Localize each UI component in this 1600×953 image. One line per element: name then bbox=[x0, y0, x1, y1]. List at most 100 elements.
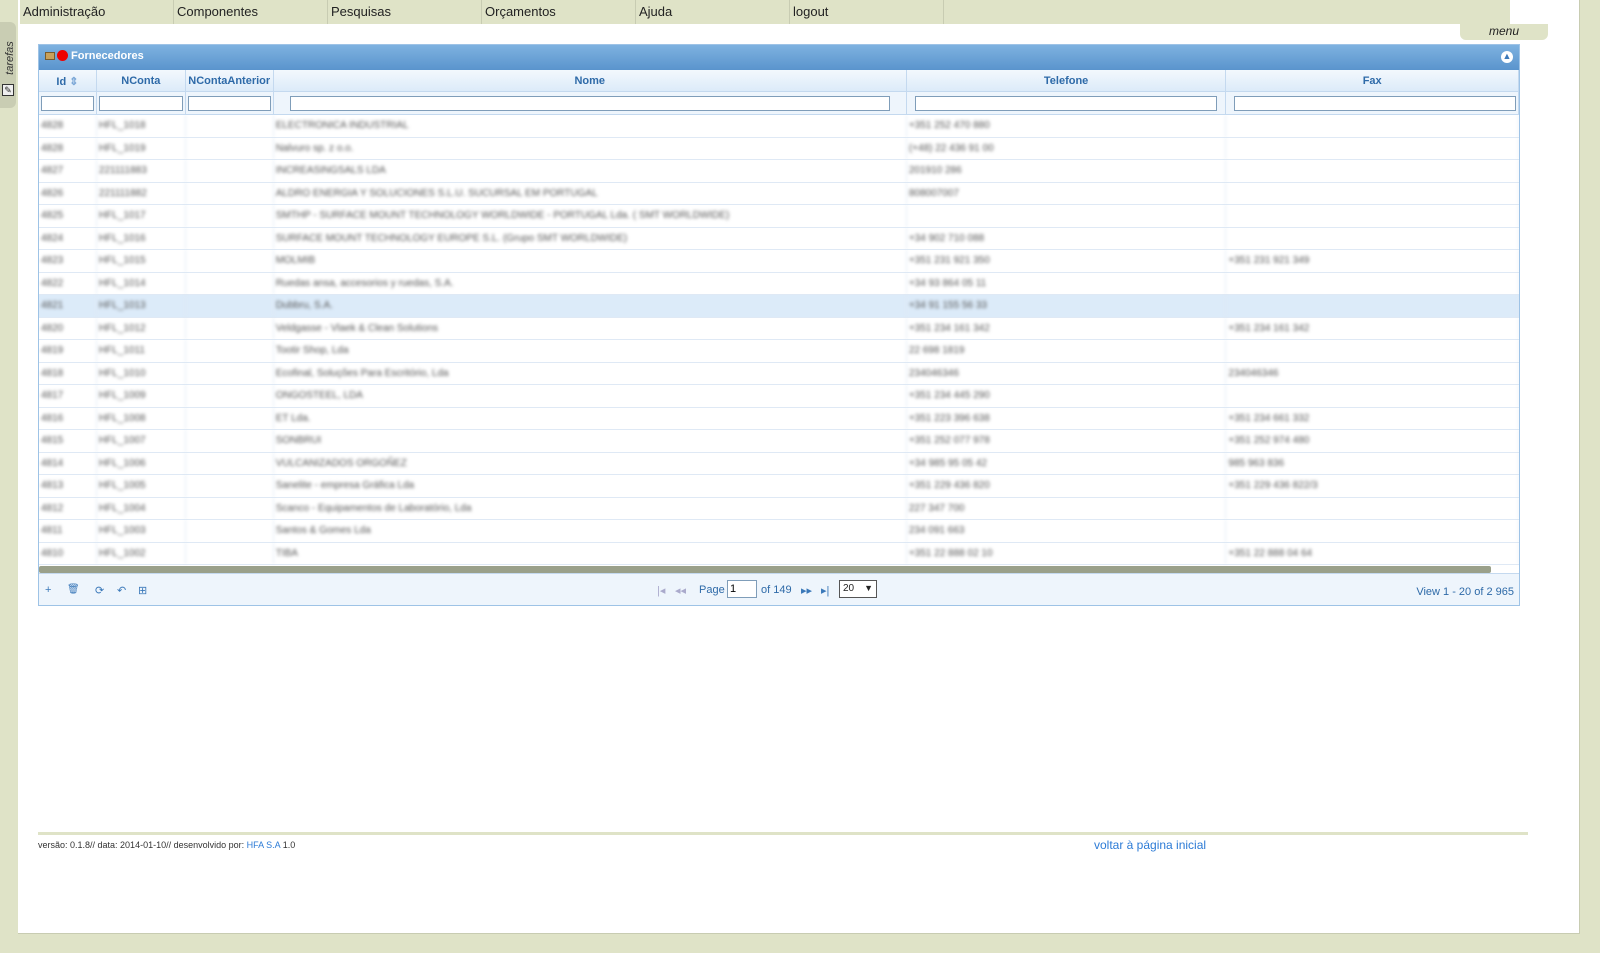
filter-fax-input[interactable] bbox=[1234, 96, 1516, 111]
home-link[interactable]: voltar à página inicial bbox=[1094, 838, 1206, 852]
table-row[interactable]: 4818 HFL_1010 Ecofinal, Soluções Para Escr… bbox=[39, 362, 1519, 385]
filter-ncontaanterior-input[interactable] bbox=[187, 96, 271, 111]
menu-item-pesquisas[interactable]: Pesquisas bbox=[328, 0, 482, 24]
cell-nome: Nalvuro sp. z o.o. bbox=[274, 137, 907, 159]
cell-telefone bbox=[907, 205, 1227, 227]
cell-id: 4824 bbox=[39, 227, 97, 249]
cell-nome: SMTHP - SURFACE MOUNT TECHNOLOGY WORLDWI… bbox=[274, 205, 907, 227]
table-row[interactable]: 4810 HFL_1002 TIBA +351 22 888 02 10 +351 22… bbox=[39, 542, 1519, 565]
menu-toggle-tab[interactable]: menu bbox=[1460, 24, 1548, 40]
delete-icon[interactable]: 🗑 bbox=[67, 584, 80, 595]
table-row[interactable]: 4813 HFL_1005 Sanelite - empresa Gráfica L… bbox=[39, 475, 1519, 498]
column-header-nconta[interactable]: NConta bbox=[97, 70, 186, 91]
page-number-input[interactable] bbox=[727, 580, 757, 598]
table-row[interactable]: 4826 221111882 ALDRO ENERGIA Y SOLUCIONES … bbox=[39, 182, 1519, 205]
table-row[interactable]: 4827 221111883 INCREASINGSALS LDA 201910 28… bbox=[39, 160, 1519, 183]
cell-ncontaanterior bbox=[186, 340, 274, 362]
menu-filler bbox=[944, 0, 1510, 24]
cell-nome: SURFACE MOUNT TECHNOLOGY EUROPE S.L. (Gr… bbox=[274, 227, 907, 249]
last-page-icon[interactable]: ▸| bbox=[821, 584, 829, 597]
menu-item-logout[interactable]: logout bbox=[790, 0, 944, 24]
cell-ncontaanterior bbox=[186, 362, 274, 384]
table-row[interactable]: 4822 HFL_1014 Ruedas ansa, accesorios y ru… bbox=[39, 272, 1519, 295]
column-header-telefone[interactable]: Telefone bbox=[907, 70, 1227, 91]
cell-ncontaanterior bbox=[186, 385, 274, 407]
cell-ncontaanterior bbox=[186, 250, 274, 272]
column-header-fax[interactable]: Fax bbox=[1226, 70, 1519, 91]
menu-item-componentes[interactable]: Componentes bbox=[174, 0, 328, 24]
table-row[interactable]: 4819 HFL_1011 Tootir Shop, Lda 22 698 1819 bbox=[39, 340, 1519, 363]
cell-telefone: +351 252 470 880 bbox=[907, 115, 1227, 137]
undo-icon[interactable]: ↶ bbox=[117, 584, 126, 597]
table-row[interactable]: 4820 HFL_1012 Veldgasse - Vlaek & Clean So… bbox=[39, 317, 1519, 340]
cell-ncontaanterior bbox=[186, 520, 274, 542]
column-header-id[interactable]: Id ⇕ bbox=[39, 70, 97, 91]
cell-nconta: HFL_1016 bbox=[97, 227, 186, 249]
table-row[interactable]: 4814 HFL_1006 VULCANIZADOS ORGOÑEZ +34 985 … bbox=[39, 452, 1519, 475]
refresh-icon[interactable]: ⟳ bbox=[95, 584, 104, 597]
table-row[interactable]: 4815 HFL_1007 SONBRUI +351 252 077 978 +351 … bbox=[39, 430, 1519, 453]
cell-telefone: (+48) 22 436 91 00 bbox=[907, 137, 1227, 159]
next-page-icon[interactable]: ▸▸ bbox=[801, 584, 812, 597]
cell-nconta: HFL_1012 bbox=[97, 317, 186, 339]
developer-link[interactable]: HFA S.A bbox=[247, 840, 281, 850]
table-row[interactable]: 4812 HFL_1004 Scanco - Equipamentos de Lab… bbox=[39, 497, 1519, 520]
cell-fax: +351 234 661 332 bbox=[1226, 407, 1519, 429]
cell-fax: +351 252 974 480 bbox=[1226, 430, 1519, 452]
filter-telefone-input[interactable] bbox=[914, 96, 1218, 111]
cell-id: 4810 bbox=[39, 542, 97, 564]
table-row[interactable]: 4816 HFL_1008 ET Lda. +351 223 396 638 +351 … bbox=[39, 407, 1519, 430]
cell-telefone: +351 234 161 342 bbox=[907, 317, 1227, 339]
cell-id: 4823 bbox=[39, 250, 97, 272]
table-row[interactable]: 4821 HFL_1013 Dubbru, S.A. +34 91 155 56 33 bbox=[39, 295, 1519, 318]
table-row[interactable]: 4825 HFL_1017 SMTHP - SURFACE MOUNT TECHNO… bbox=[39, 205, 1519, 228]
cell-fax bbox=[1226, 497, 1519, 519]
cell-id: 4812 bbox=[39, 497, 97, 519]
cell-fax bbox=[1226, 385, 1519, 407]
cell-ncontaanterior bbox=[186, 227, 274, 249]
tasks-side-tab[interactable]: tarefas ✎ bbox=[0, 22, 16, 108]
cell-telefone: 201910 286 bbox=[907, 160, 1227, 182]
add-icon[interactable]: + bbox=[45, 584, 51, 596]
column-header-ncontaanterior[interactable]: NContaAnterior bbox=[186, 70, 274, 91]
first-page-icon[interactable]: |◂ bbox=[657, 584, 665, 597]
menu-item-ajuda[interactable]: Ajuda bbox=[636, 0, 790, 24]
cell-nconta: HFL_1005 bbox=[97, 475, 186, 497]
table-row[interactable]: 4828 HFL_1019 Nalvuro sp. z o.o. (+48) 22 4… bbox=[39, 137, 1519, 160]
filter-nconta-input[interactable] bbox=[98, 96, 183, 111]
suppliers-grid: Fornecedores ▲ Id ⇕ NConta NContaAnterio… bbox=[38, 44, 1520, 606]
cell-fax bbox=[1226, 115, 1519, 137]
cell-telefone: 22 698 1819 bbox=[907, 340, 1227, 362]
cell-telefone: +34 93 864 05 11 bbox=[907, 272, 1227, 294]
cell-id: 4814 bbox=[39, 452, 97, 474]
table-row[interactable]: 4828 HFL_1018 ELECTRONICA INDUSTRIAL +351 2… bbox=[39, 115, 1519, 138]
collapse-icon[interactable]: ▲ bbox=[1501, 51, 1513, 63]
cell-ncontaanterior bbox=[186, 295, 274, 317]
cell-fax bbox=[1226, 295, 1519, 317]
cell-fax bbox=[1226, 227, 1519, 249]
cell-fax: +351 231 921 349 bbox=[1226, 250, 1519, 272]
cell-id: 4815 bbox=[39, 430, 97, 452]
page-size-select[interactable]: 20 ▼ bbox=[839, 580, 877, 598]
table-row[interactable]: 4824 HFL_1016 SURFACE MOUNT TECHNOLOGY EUR… bbox=[39, 227, 1519, 250]
cell-telefone: +351 229 436 820 bbox=[907, 475, 1227, 497]
cell-id: 4828 bbox=[39, 137, 97, 159]
column-header-nome[interactable]: Nome bbox=[274, 70, 907, 91]
menu-item-orcamentos[interactable]: Orçamentos bbox=[482, 0, 636, 24]
cell-ncontaanterior bbox=[186, 137, 274, 159]
filter-id-input[interactable] bbox=[41, 96, 94, 111]
menu-item-administracao[interactable]: Administração bbox=[20, 0, 174, 24]
export-icon[interactable]: ⊞ bbox=[138, 584, 147, 597]
cell-nome: SONBRUI bbox=[274, 430, 907, 452]
cell-fax bbox=[1226, 520, 1519, 542]
horizontal-scrollbar[interactable] bbox=[39, 566, 1491, 573]
table-row[interactable]: 4817 HFL_1009 ONGOSTEEL, LDA +351 234 445 2… bbox=[39, 385, 1519, 408]
table-row[interactable]: 4823 HFL_1015 MOLMIB +351 231 921 350 +351 2… bbox=[39, 250, 1519, 273]
cell-nome: Ruedas ansa, accesorios y ruedas, S.A. bbox=[274, 272, 907, 294]
cell-telefone: 234 091 663 bbox=[907, 520, 1227, 542]
table-row[interactable]: 4811 HFL_1003 Santos & Gomes Lda 234 091 66… bbox=[39, 520, 1519, 543]
cell-nome: Scanco - Equipamentos de Laboratório, Ld… bbox=[274, 497, 907, 519]
prev-page-icon[interactable]: ◂◂ bbox=[675, 584, 686, 597]
filter-nome-input[interactable] bbox=[289, 96, 890, 111]
cell-nome: Veldgasse - Vlaek & Clean Solutions bbox=[274, 317, 907, 339]
